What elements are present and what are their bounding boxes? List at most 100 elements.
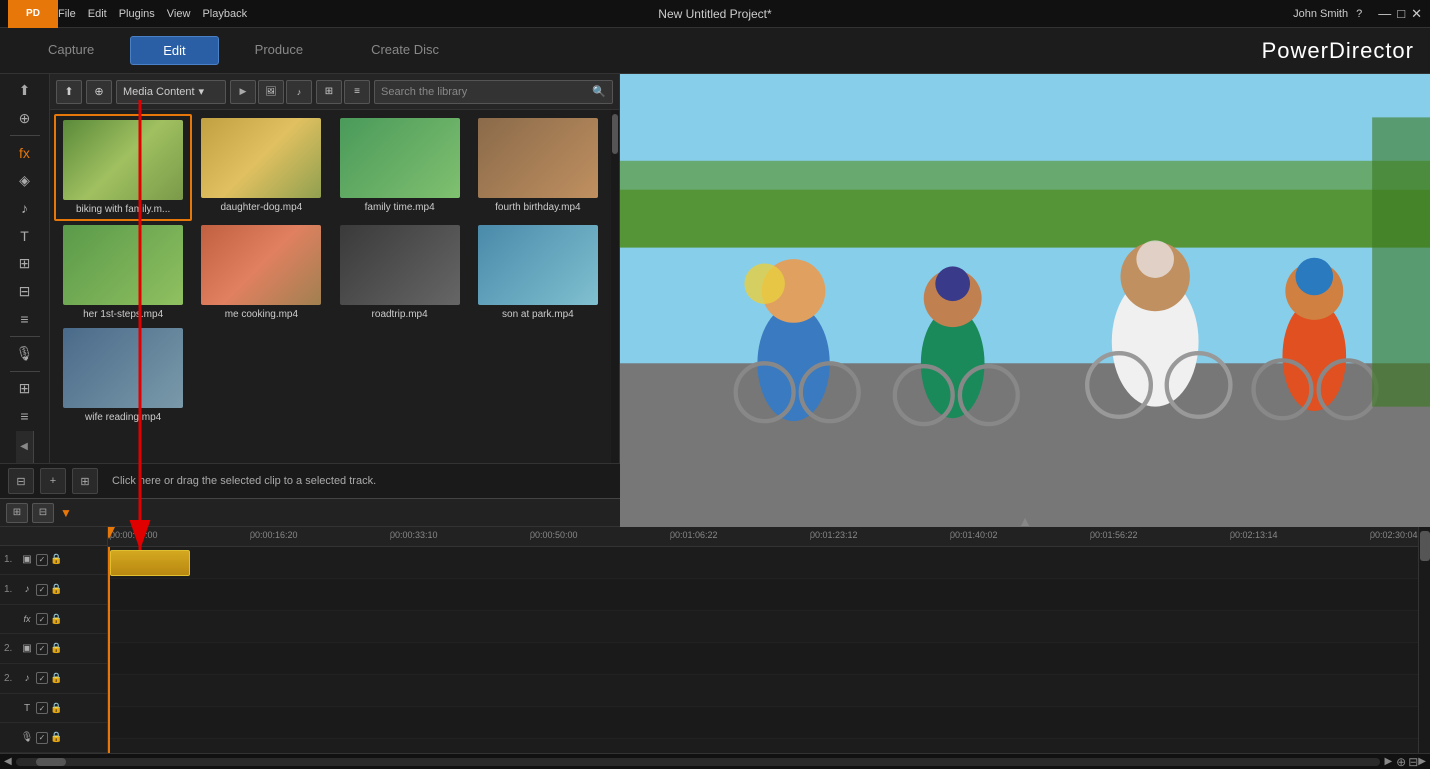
toolbar-import[interactable]: ⬆	[7, 78, 43, 104]
playhead-indicator: ▼	[60, 506, 72, 520]
media-item-2[interactable]: family time.mp4	[331, 114, 469, 221]
toolbar-chapter[interactable]: ⊟	[7, 279, 43, 305]
fx-check[interactable]: ✓	[36, 613, 48, 625]
media-thumb-2	[340, 118, 460, 198]
text-track-label: T ✓ 🔒	[0, 694, 107, 724]
fx-track-icon: fx	[20, 614, 34, 624]
media-grid: biking with family.m... daughter-dog.mp4…	[50, 110, 611, 463]
toolbar-fx[interactable]: fx	[7, 140, 43, 166]
timemark-1: 00:00:16:20	[250, 530, 298, 540]
video-track-2-row[interactable]	[108, 643, 1418, 675]
mic-track-row[interactable]	[108, 739, 1418, 753]
zoom-out-btn[interactable]: ⊕	[1396, 755, 1406, 769]
grid-view-button[interactable]: ⊞	[316, 80, 342, 104]
close-button[interactable]: ✕	[1411, 6, 1422, 22]
content-type-dropdown[interactable]: Media Content ▾	[116, 80, 226, 104]
toolbar-puzzle[interactable]: ⊕	[7, 106, 43, 132]
track-1a-check[interactable]: ✓	[36, 584, 48, 596]
mic-lock[interactable]: 🔒	[50, 732, 62, 743]
timeline-zoom-out[interactable]: ⊟	[32, 503, 54, 523]
scroll-left-btn[interactable]: ◀	[4, 756, 12, 767]
timeline-vscroll[interactable]	[1418, 527, 1430, 753]
media-item-7[interactable]: son at park.mp4	[469, 221, 607, 324]
media-item-5[interactable]: me cooking.mp4	[192, 221, 330, 324]
track-remove-button[interactable]: ⊟	[8, 468, 34, 494]
video-clip-1[interactable]	[110, 550, 190, 576]
timeline-fit-btn[interactable]: ⊞	[6, 503, 28, 523]
scroll-right-btn[interactable]: ▶	[1384, 756, 1392, 767]
text-track-row[interactable]	[108, 707, 1418, 739]
import-button[interactable]: ⬆	[56, 80, 82, 104]
mic-check[interactable]: ✓	[36, 732, 48, 744]
menu-view[interactable]: View	[167, 8, 191, 20]
toolbar-collapse[interactable]: ◀	[16, 431, 34, 463]
timeline-scroll-track[interactable]	[16, 758, 1381, 766]
timeline-tracks[interactable]: 00:00:00:00 00:00:16:20 00:00:33:10 00:0…	[108, 527, 1418, 753]
tab-create-disc[interactable]: Create Disc	[339, 36, 471, 65]
menu-file[interactable]: File	[58, 8, 76, 20]
track-2a-lock[interactable]: 🔒	[50, 673, 62, 684]
track-1-check[interactable]: ✓	[36, 554, 48, 566]
timeline-scroll-knob	[36, 758, 66, 766]
menu-plugins[interactable]: Plugins	[119, 8, 155, 20]
toolbar-mic[interactable]: 🎙	[7, 341, 43, 367]
track-add-button[interactable]: +	[40, 468, 66, 494]
track-2a-check[interactable]: ✓	[36, 672, 48, 684]
media-item-1[interactable]: daughter-dog.mp4	[192, 114, 330, 221]
timeline-view-button[interactable]: ⊞	[72, 468, 98, 494]
media-label-4: her 1st-steps.mp4	[63, 309, 183, 320]
filter-audio-button[interactable]: ♪	[286, 80, 312, 104]
track-1a-lock[interactable]: 🔒	[50, 584, 62, 595]
toolbar-subtitle[interactable]: ≡	[7, 306, 43, 332]
view-buttons: ⊞ ≡	[316, 80, 370, 104]
media-item-3[interactable]: fourth birthday.mp4	[469, 114, 607, 221]
tab-capture[interactable]: Capture	[16, 36, 126, 65]
scroll-end-btn[interactable]: ▶	[1418, 756, 1426, 767]
track-1-lock[interactable]: 🔒	[50, 554, 62, 565]
toolbar-grid[interactable]: ⊞	[7, 375, 43, 401]
toolbar-text[interactable]: T	[7, 223, 43, 249]
media-item-4[interactable]: her 1st-steps.mp4	[54, 221, 192, 324]
list-view-button[interactable]: ≡	[344, 80, 370, 104]
filter-video-button[interactable]: ▶	[230, 80, 256, 104]
fx-lock[interactable]: 🔒	[50, 614, 62, 625]
tab-produce[interactable]: Produce	[223, 36, 335, 65]
toolbar-color[interactable]: ◈	[7, 168, 43, 194]
timemark-0: 00:00:00:00	[110, 530, 158, 540]
toolbar-pip[interactable]: ⊞	[7, 251, 43, 277]
text-lock[interactable]: 🔒	[50, 703, 62, 714]
help-icon[interactable]: ?	[1356, 8, 1362, 20]
media-item-6[interactable]: roadtrip.mp4	[331, 221, 469, 324]
audio-track-1-row[interactable]	[108, 579, 1418, 611]
media-item-0[interactable]: biking with family.m...	[54, 114, 192, 221]
media-scrollbar[interactable]	[611, 110, 619, 463]
timemark-7: 00:01:56:22	[1090, 530, 1138, 540]
video-track-2-icon: ▣	[20, 643, 34, 654]
puzzle-button[interactable]: ⊕	[86, 80, 112, 104]
track-2-lock[interactable]: 🔒	[50, 643, 62, 654]
fx-track-row[interactable]	[108, 611, 1418, 643]
media-label-1: daughter-dog.mp4	[201, 202, 321, 213]
toolbar-audio[interactable]: ♪	[7, 196, 43, 222]
menu-playback[interactable]: Playback	[202, 8, 247, 20]
filter-image-button[interactable]: 🖼	[258, 80, 284, 104]
tab-edit[interactable]: Edit	[130, 36, 218, 65]
track-label-header	[0, 527, 107, 546]
zoom-in-btn[interactable]: ⊟	[1408, 755, 1418, 769]
text-check[interactable]: ✓	[36, 702, 48, 714]
audio-track-2-icon: ♪	[20, 673, 34, 684]
timemark-9: 00:02:30:04	[1370, 530, 1418, 540]
minimize-button[interactable]: —	[1378, 6, 1391, 22]
video-track-1-row[interactable]	[108, 547, 1418, 579]
media-thumb-1	[201, 118, 321, 198]
media-item-8[interactable]: wife reading.mp4	[54, 324, 192, 427]
toolbar-align[interactable]: ≡	[7, 403, 43, 429]
maximize-button[interactable]: □	[1397, 6, 1405, 22]
window-controls: — □ ✕	[1378, 6, 1422, 22]
thumb-img-8	[63, 328, 183, 408]
track-2-check[interactable]: ✓	[36, 643, 48, 655]
menu-edit[interactable]: Edit	[88, 8, 107, 20]
audio-track-2-row[interactable]	[108, 675, 1418, 707]
search-bar[interactable]: Search the library 🔍	[374, 80, 613, 104]
media-thumb-7	[478, 225, 598, 305]
